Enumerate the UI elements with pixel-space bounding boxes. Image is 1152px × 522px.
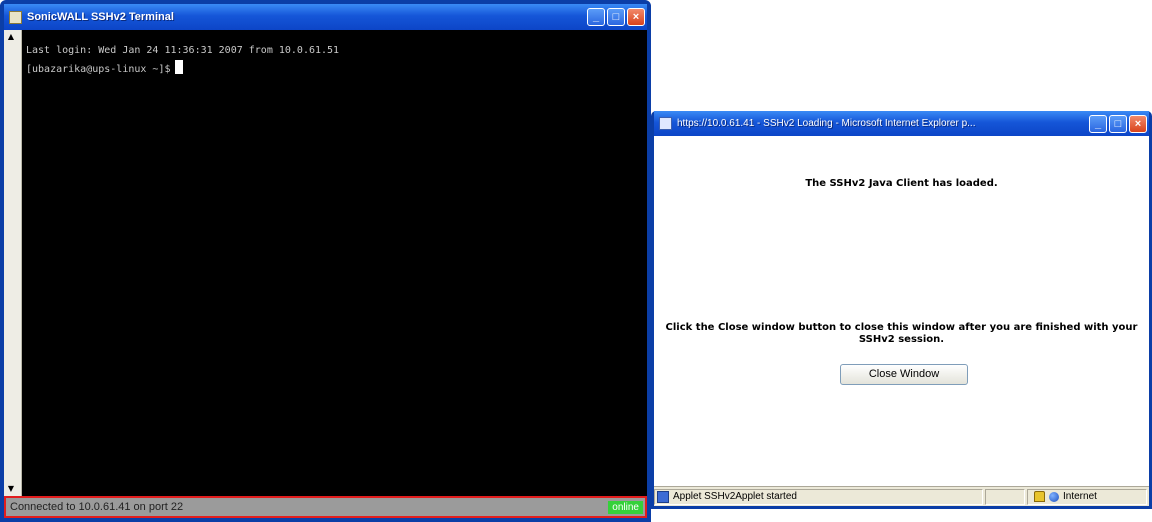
terminal-line: Last login: Wed Jan 24 11:36:31 2007 fro… (26, 45, 340, 56)
connection-status: Connected to 10.0.61.41 on port 22 (10, 501, 184, 513)
ie-titlebar[interactable]: https://10.0.61.41 - SSHv2 Loading - Mic… (654, 111, 1149, 136)
app-icon (9, 10, 22, 24)
close-icon[interactable]: × (1129, 114, 1147, 133)
terminal-status-bar: Connected to 10.0.61.41 on port 22 onlin… (4, 496, 647, 518)
status-message-pane: Applet SSHv2Applet started (654, 488, 983, 505)
ie-title: https://10.0.61.41 - SSHv2 Loading - Mic… (677, 118, 976, 129)
ie-window: https://10.0.61.41 - SSHv2 Loading - Mic… (651, 111, 1152, 509)
terminal-screen[interactable]: ▲ ▼ Last login: Wed Jan 24 11:36:31 2007… (4, 30, 647, 496)
maximize-icon[interactable]: □ (607, 8, 625, 26)
security-zone-pane: Internet (1027, 488, 1147, 505)
globe-icon (1049, 491, 1059, 502)
terminal-output: Last login: Wed Jan 24 11:36:31 2007 fro… (26, 42, 639, 79)
loaded-message: The SSHv2 Java Client has loaded. (805, 178, 998, 189)
terminal-title: SonicWALL SSHv2 Terminal (27, 11, 174, 23)
scroll-up-icon[interactable]: ▲ (6, 32, 16, 42)
minimize-icon[interactable]: _ (1089, 114, 1107, 133)
lock-icon (1034, 491, 1045, 502)
ie-icon (659, 117, 672, 130)
status-badge: online (608, 500, 643, 514)
close-window-button[interactable]: Close Window (840, 364, 968, 385)
scroll-down-icon[interactable]: ▼ (6, 484, 16, 494)
ie-content: The SSHv2 Java Client has loaded. Click … (654, 136, 1149, 486)
terminal-cursor (174, 60, 183, 74)
terminal-prompt-line[interactable]: [ubazarika@ups-linux ~]$ (26, 60, 639, 79)
applet-icon (657, 490, 669, 503)
close-icon[interactable]: × (627, 8, 645, 26)
ie-status-bar: Applet SSHv2Applet started Internet (654, 486, 1149, 506)
status-message: Applet SSHv2Applet started (673, 491, 797, 502)
terminal-titlebar[interactable]: SonicWALL SSHv2 Terminal _ □ × (4, 4, 647, 30)
security-zone: Internet (1063, 491, 1097, 502)
maximize-icon[interactable]: □ (1109, 114, 1127, 133)
terminal-scrollbar[interactable]: ▲ ▼ (4, 30, 22, 496)
minimize-icon[interactable]: _ (587, 8, 605, 26)
status-empty-pane (985, 488, 1025, 505)
close-instructions: Click the Close window button to close t… (665, 322, 1138, 345)
terminal-window: SonicWALL SSHv2 Terminal _ □ × ▲ ▼ Last … (0, 0, 651, 522)
terminal-prompt: [ubazarika@ups-linux ~]$ (26, 64, 171, 75)
